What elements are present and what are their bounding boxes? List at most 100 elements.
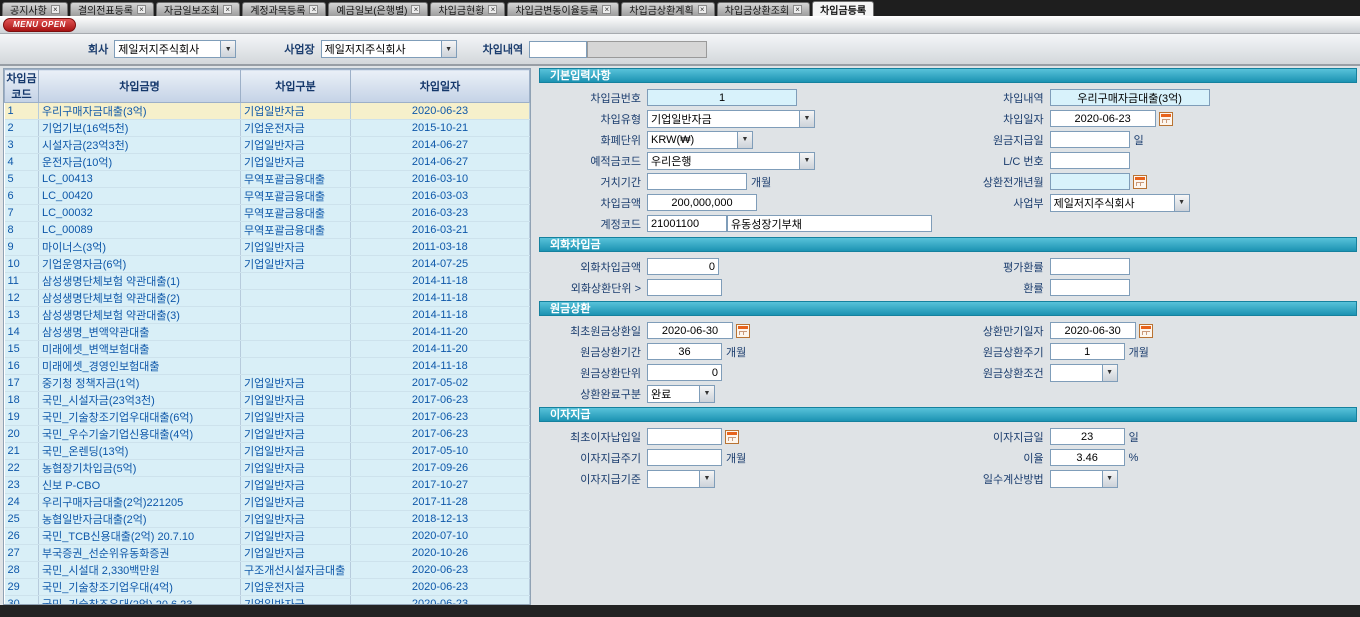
close-icon[interactable]: ×: [411, 5, 420, 14]
loan-number-input[interactable]: [647, 89, 797, 106]
table-row[interactable]: 9마이너스(3억)기업일반자금2011-03-18: [5, 239, 530, 256]
table-row[interactable]: 16미래에셋_경영인보험대출2014-11-18: [5, 358, 530, 375]
tab-자금일보조회[interactable]: 자금일보조회×: [156, 2, 240, 16]
principal-period-input[interactable]: [647, 343, 722, 360]
loan-type-select[interactable]: 기업일반자금 ▼: [647, 110, 815, 128]
principal-cycle-input[interactable]: [1050, 343, 1125, 360]
calendar-icon[interactable]: [1139, 324, 1153, 338]
tab-계정과목등록[interactable]: 계정과목등록×: [242, 2, 326, 16]
site-select[interactable]: 제일저지주식회사 ▼: [321, 40, 457, 58]
repay-complete-select[interactable]: 완료 ▼: [647, 385, 715, 403]
exchange-rate-input[interactable]: [1050, 279, 1130, 296]
loan-amount-input[interactable]: [647, 194, 757, 211]
loan-desc-filter-input[interactable]: [529, 41, 587, 58]
calendar-icon[interactable]: [725, 430, 739, 444]
table-row[interactable]: 13삼성생명단체보험 약관대출(3)2014-11-18: [5, 307, 530, 324]
maturity-date-input[interactable]: [1050, 322, 1136, 339]
loan-number-label: 차입금번호: [539, 90, 647, 106]
grace-period-input[interactable]: [647, 173, 747, 190]
table-row[interactable]: 25농협일반자금대출(2억)기업일반자금2018-12-13: [5, 511, 530, 528]
company-select[interactable]: 제일저지주식회사 ▼: [114, 40, 236, 58]
table-row[interactable]: 28국민_시설대 2,330백만원구조개선시설자금대출2020-06-23: [5, 562, 530, 579]
cell: 국민_TCB신용대출(2억) 20.7.10: [39, 528, 241, 545]
table-row[interactable]: 18국민_시설자금(23억3천)기업일반자금2017-06-23: [5, 392, 530, 409]
table-row[interactable]: 26국민_TCB신용대출(2억) 20.7.10기업일반자금2020-07-10: [5, 528, 530, 545]
table-row[interactable]: 30국민_기술창조우대(2억) 20.6.23기업일반자금2020-06-23: [5, 596, 530, 606]
cell: 2020-10-26: [351, 545, 530, 562]
tab-차입금상환조회[interactable]: 차입금상환조회×: [717, 2, 810, 16]
currency-select[interactable]: KRW(₩) ▼: [647, 131, 753, 149]
menu-open-button[interactable]: MENU OPEN: [3, 18, 76, 32]
table-row[interactable]: 17중기청 정책자금(1억)기업일반자금2017-05-02: [5, 375, 530, 392]
table-row[interactable]: 11삼성생명단체보험 약관대출(1)2014-11-18: [5, 273, 530, 290]
field-principal-cycle: 원금상환주기 개월: [932, 341, 1357, 362]
table-row[interactable]: 7LC_00032무역포괄금융대출2016-03-23: [5, 205, 530, 222]
cell: 2016-03-23: [351, 205, 530, 222]
division-select[interactable]: 제일저지주식회사 ▼: [1050, 194, 1190, 212]
principal-unit-input[interactable]: [647, 364, 722, 381]
table-row[interactable]: 1우리구매자금대출(3억)기업일반자금2020-06-23: [5, 103, 530, 120]
close-icon[interactable]: ×: [223, 5, 232, 14]
close-icon[interactable]: ×: [793, 5, 802, 14]
tab-공지사항[interactable]: 공지사항×: [2, 2, 68, 16]
loan-desc-input[interactable]: [1050, 89, 1210, 106]
calendar-icon[interactable]: [736, 324, 750, 338]
fc-unit-input[interactable]: [647, 279, 722, 296]
tab-차입금등록[interactable]: 차입금등록: [812, 1, 874, 16]
close-icon[interactable]: ×: [137, 5, 146, 14]
table-row[interactable]: 24우리구매자금대출(2억)221205기업일반자금2017-11-28: [5, 494, 530, 511]
table-row[interactable]: 29국민_기술창조기업우대(4억)기업운전자금2020-06-23: [5, 579, 530, 596]
table-row[interactable]: 5LC_00413무역포괄금융대출2016-03-10: [5, 171, 530, 188]
table-row[interactable]: 21국민_온렌딩(13억)기업일반자금2017-05-10: [5, 443, 530, 460]
tab-차입금현황[interactable]: 차입금현황×: [430, 2, 505, 16]
table-row[interactable]: 12삼성생명단체보험 약관대출(2)2014-11-18: [5, 290, 530, 307]
interest-basis-select[interactable]: ▼: [647, 470, 715, 488]
tab-차입금상환계획[interactable]: 차입금상환계획×: [621, 2, 714, 16]
table-row[interactable]: 27부국증권_선순위유동화증권기업일반자금2020-10-26: [5, 545, 530, 562]
tab-차입금변동이율등록[interactable]: 차입금변동이율등록×: [507, 2, 619, 16]
table-row[interactable]: 4운전자금(10억)기업일반자금2014-06-27: [5, 154, 530, 171]
cell: 29: [5, 579, 39, 596]
close-icon[interactable]: ×: [309, 5, 318, 14]
principal-condition-select[interactable]: ▼: [1050, 364, 1118, 382]
table-row[interactable]: 23신보 P-CBO기업일반자금2017-10-27: [5, 477, 530, 494]
cell: 14: [5, 324, 39, 341]
tab-결의전표등록[interactable]: 결의전표등록×: [70, 2, 154, 16]
deposit-code-select[interactable]: 우리은행 ▼: [647, 152, 815, 170]
fc-amount-input[interactable]: [647, 258, 719, 275]
cell: 무역포괄금융대출: [241, 222, 351, 239]
table-row[interactable]: 22농협장기차입금(5억)기업일반자금2017-09-26: [5, 460, 530, 477]
table-row[interactable]: 10기업운영자금(6억)기업일반자금2014-07-25: [5, 256, 530, 273]
daycount-select[interactable]: ▼: [1050, 470, 1118, 488]
interest-payday-input[interactable]: [1050, 428, 1125, 445]
calendar-icon[interactable]: [1159, 112, 1173, 126]
first-principal-date-input[interactable]: [647, 322, 733, 339]
table-row[interactable]: 14삼성생명_변액약관대출2014-11-20: [5, 324, 530, 341]
loan-desc-filter-input2[interactable]: [587, 41, 707, 58]
table-row[interactable]: 15미래에셋_변액보험대출2014-11-20: [5, 341, 530, 358]
table-row[interactable]: 20국민_우수기술기업신용대출(4억)기업일반자금2017-06-23: [5, 426, 530, 443]
account-code-input[interactable]: [647, 215, 727, 232]
tab-label: 차입금등록: [820, 2, 866, 17]
close-icon[interactable]: ×: [51, 5, 60, 14]
cell: 기업일반자금: [241, 511, 351, 528]
table-row[interactable]: 8LC_00089무역포괄금융대출2016-03-21: [5, 222, 530, 239]
eval-rate-input[interactable]: [1050, 258, 1130, 275]
interest-cycle-input[interactable]: [647, 449, 722, 466]
first-interest-date-input[interactable]: [647, 428, 722, 445]
lc-number-input[interactable]: [1050, 152, 1130, 169]
account-name-input[interactable]: [727, 215, 932, 232]
loan-date-input[interactable]: [1050, 110, 1156, 127]
close-icon[interactable]: ×: [602, 5, 611, 14]
calendar-icon[interactable]: [1133, 175, 1147, 189]
table-row[interactable]: 3시설자금(23억3천)기업일반자금2014-06-27: [5, 137, 530, 154]
tab-예금일보(은행별)[interactable]: 예금일보(은행별)×: [328, 2, 428, 16]
close-icon[interactable]: ×: [698, 5, 707, 14]
interest-rate-input[interactable]: [1050, 449, 1125, 466]
table-row[interactable]: 2기업기보(16억5천)기업운전자금2015-10-21: [5, 120, 530, 137]
table-row[interactable]: 19국민_기술창조기업우대대출(6억)기업일반자금2017-06-23: [5, 409, 530, 426]
close-icon[interactable]: ×: [488, 5, 497, 14]
principal-payday-input[interactable]: [1050, 131, 1130, 148]
table-row[interactable]: 6LC_00420무역포괄금융대출2016-03-03: [5, 188, 530, 205]
rollover-date-input[interactable]: [1050, 173, 1130, 190]
